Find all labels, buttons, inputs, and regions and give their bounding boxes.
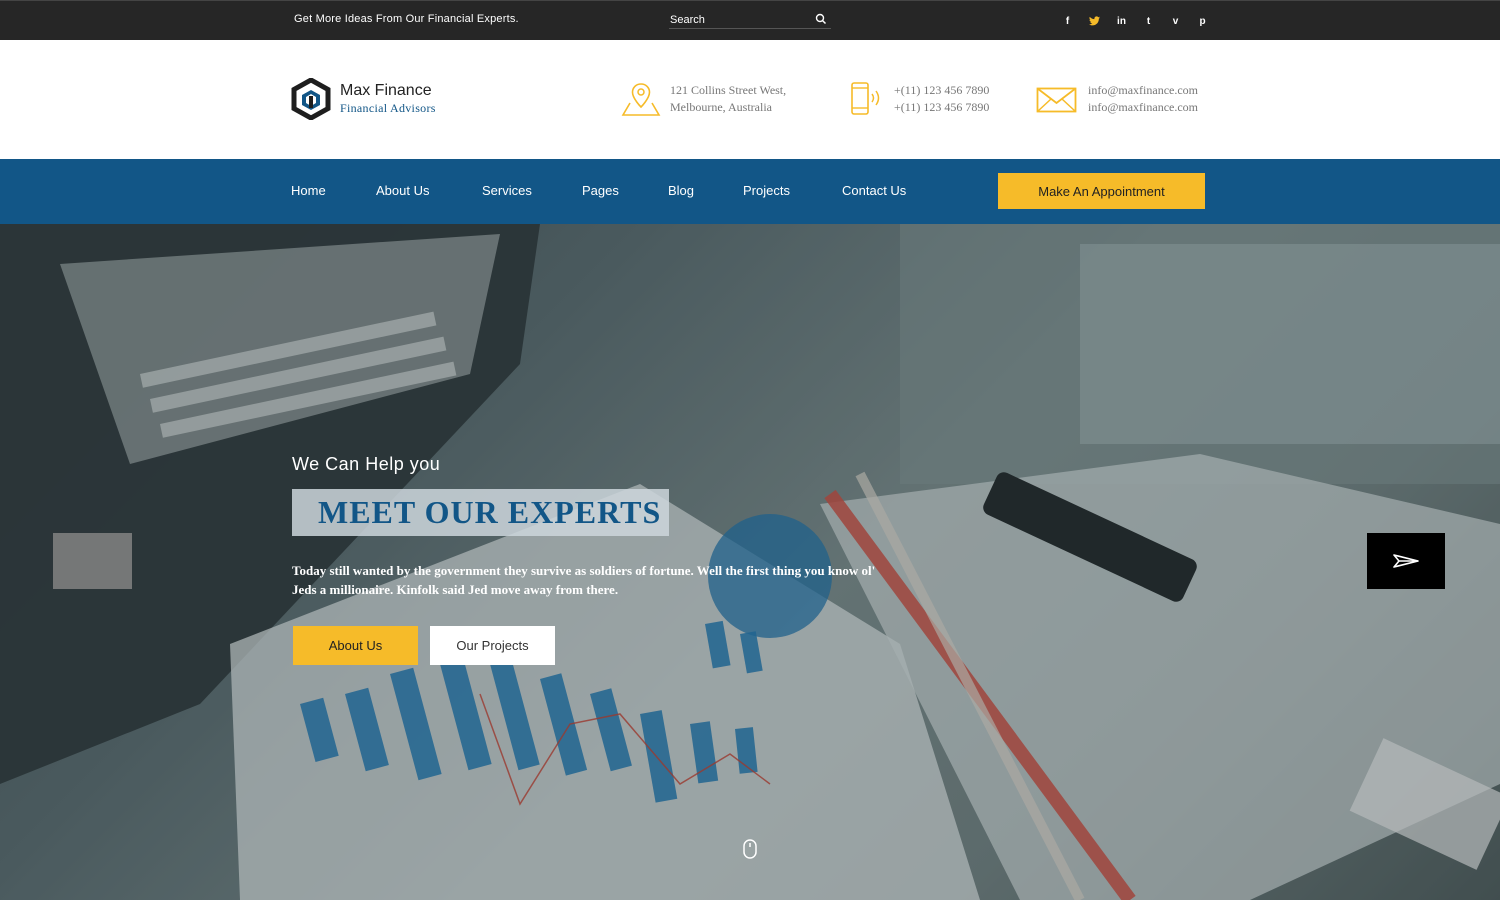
tumblr-icon[interactable]: t	[1135, 13, 1162, 29]
vimeo-icon[interactable]: v	[1162, 13, 1189, 29]
hero-title: MEET OUR EXPERTS	[318, 494, 662, 530]
nav-item-pages[interactable]: Pages	[582, 183, 619, 198]
nav-item-about-us[interactable]: About Us	[376, 183, 429, 198]
phone-info: +(11) 123 456 7890 +(11) 123 456 7890	[894, 82, 989, 116]
address-line-2: Melbourne, Australia	[670, 100, 772, 114]
paper-plane-icon	[1393, 554, 1419, 568]
brand-name[interactable]: Max Finance	[340, 82, 432, 100]
our-projects-button[interactable]: Our Projects	[430, 626, 555, 665]
facebook-icon[interactable]: f	[1054, 13, 1081, 29]
twitter-icon[interactable]	[1081, 13, 1108, 29]
email-info: info@maxfinance.com info@maxfinance.com	[1088, 82, 1198, 116]
brand-tagline: Financial Advisors	[340, 101, 436, 115]
about-us-button[interactable]: About Us	[293, 626, 418, 665]
hero-slider: We Can Help you MEET OUR EXPERTS Today s…	[0, 224, 1500, 900]
logo-icon[interactable]	[291, 78, 331, 120]
slider-prev-button[interactable]	[53, 533, 132, 589]
nav-item-projects[interactable]: Projects	[743, 183, 790, 198]
envelope-icon	[1036, 87, 1077, 113]
phone-icon	[851, 82, 880, 115]
slider-next-button[interactable]	[1367, 533, 1445, 589]
main-nav: Home About Us Services Pages Blog Projec…	[0, 159, 1500, 224]
nav-item-services[interactable]: Services	[482, 183, 532, 198]
search-box	[669, 10, 831, 29]
hero-kicker: We Can Help you	[292, 454, 441, 474]
linkedin-icon[interactable]: in	[1108, 13, 1135, 29]
nav-item-contact-us[interactable]: Contact Us	[842, 183, 906, 198]
nav-item-blog[interactable]: Blog	[668, 183, 694, 198]
make-appointment-button[interactable]: Make An Appointment	[998, 173, 1205, 209]
pinterest-icon[interactable]: p	[1189, 13, 1216, 29]
email-line-1[interactable]: info@maxfinance.com	[1088, 82, 1198, 99]
email-line-2[interactable]: info@maxfinance.com	[1088, 99, 1198, 116]
top-bar-tagline: Get More Ideas From Our Financial Expert…	[294, 13, 519, 25]
phone-line-1[interactable]: +(11) 123 456 7890	[894, 82, 989, 99]
search-icon[interactable]	[815, 13, 827, 25]
address-line-1: 121 Collins Street West,	[670, 83, 787, 97]
top-bar: Get More Ideas From Our Financial Expert…	[0, 0, 1500, 40]
address-info: 121 Collins Street West, Melbourne, Aust…	[670, 82, 786, 116]
social-links: f in t v p	[1054, 13, 1216, 29]
search-input[interactable]	[669, 12, 809, 28]
nav-item-home[interactable]: Home	[291, 183, 326, 198]
site-header: Max Finance Financial Advisors 121 Colli…	[0, 40, 1500, 159]
scroll-mouse-icon[interactable]	[742, 839, 758, 859]
map-pin-icon	[621, 83, 661, 116]
hero-description: Today still wanted by the government the…	[292, 563, 876, 597]
phone-line-2[interactable]: +(11) 123 456 7890	[894, 99, 989, 116]
